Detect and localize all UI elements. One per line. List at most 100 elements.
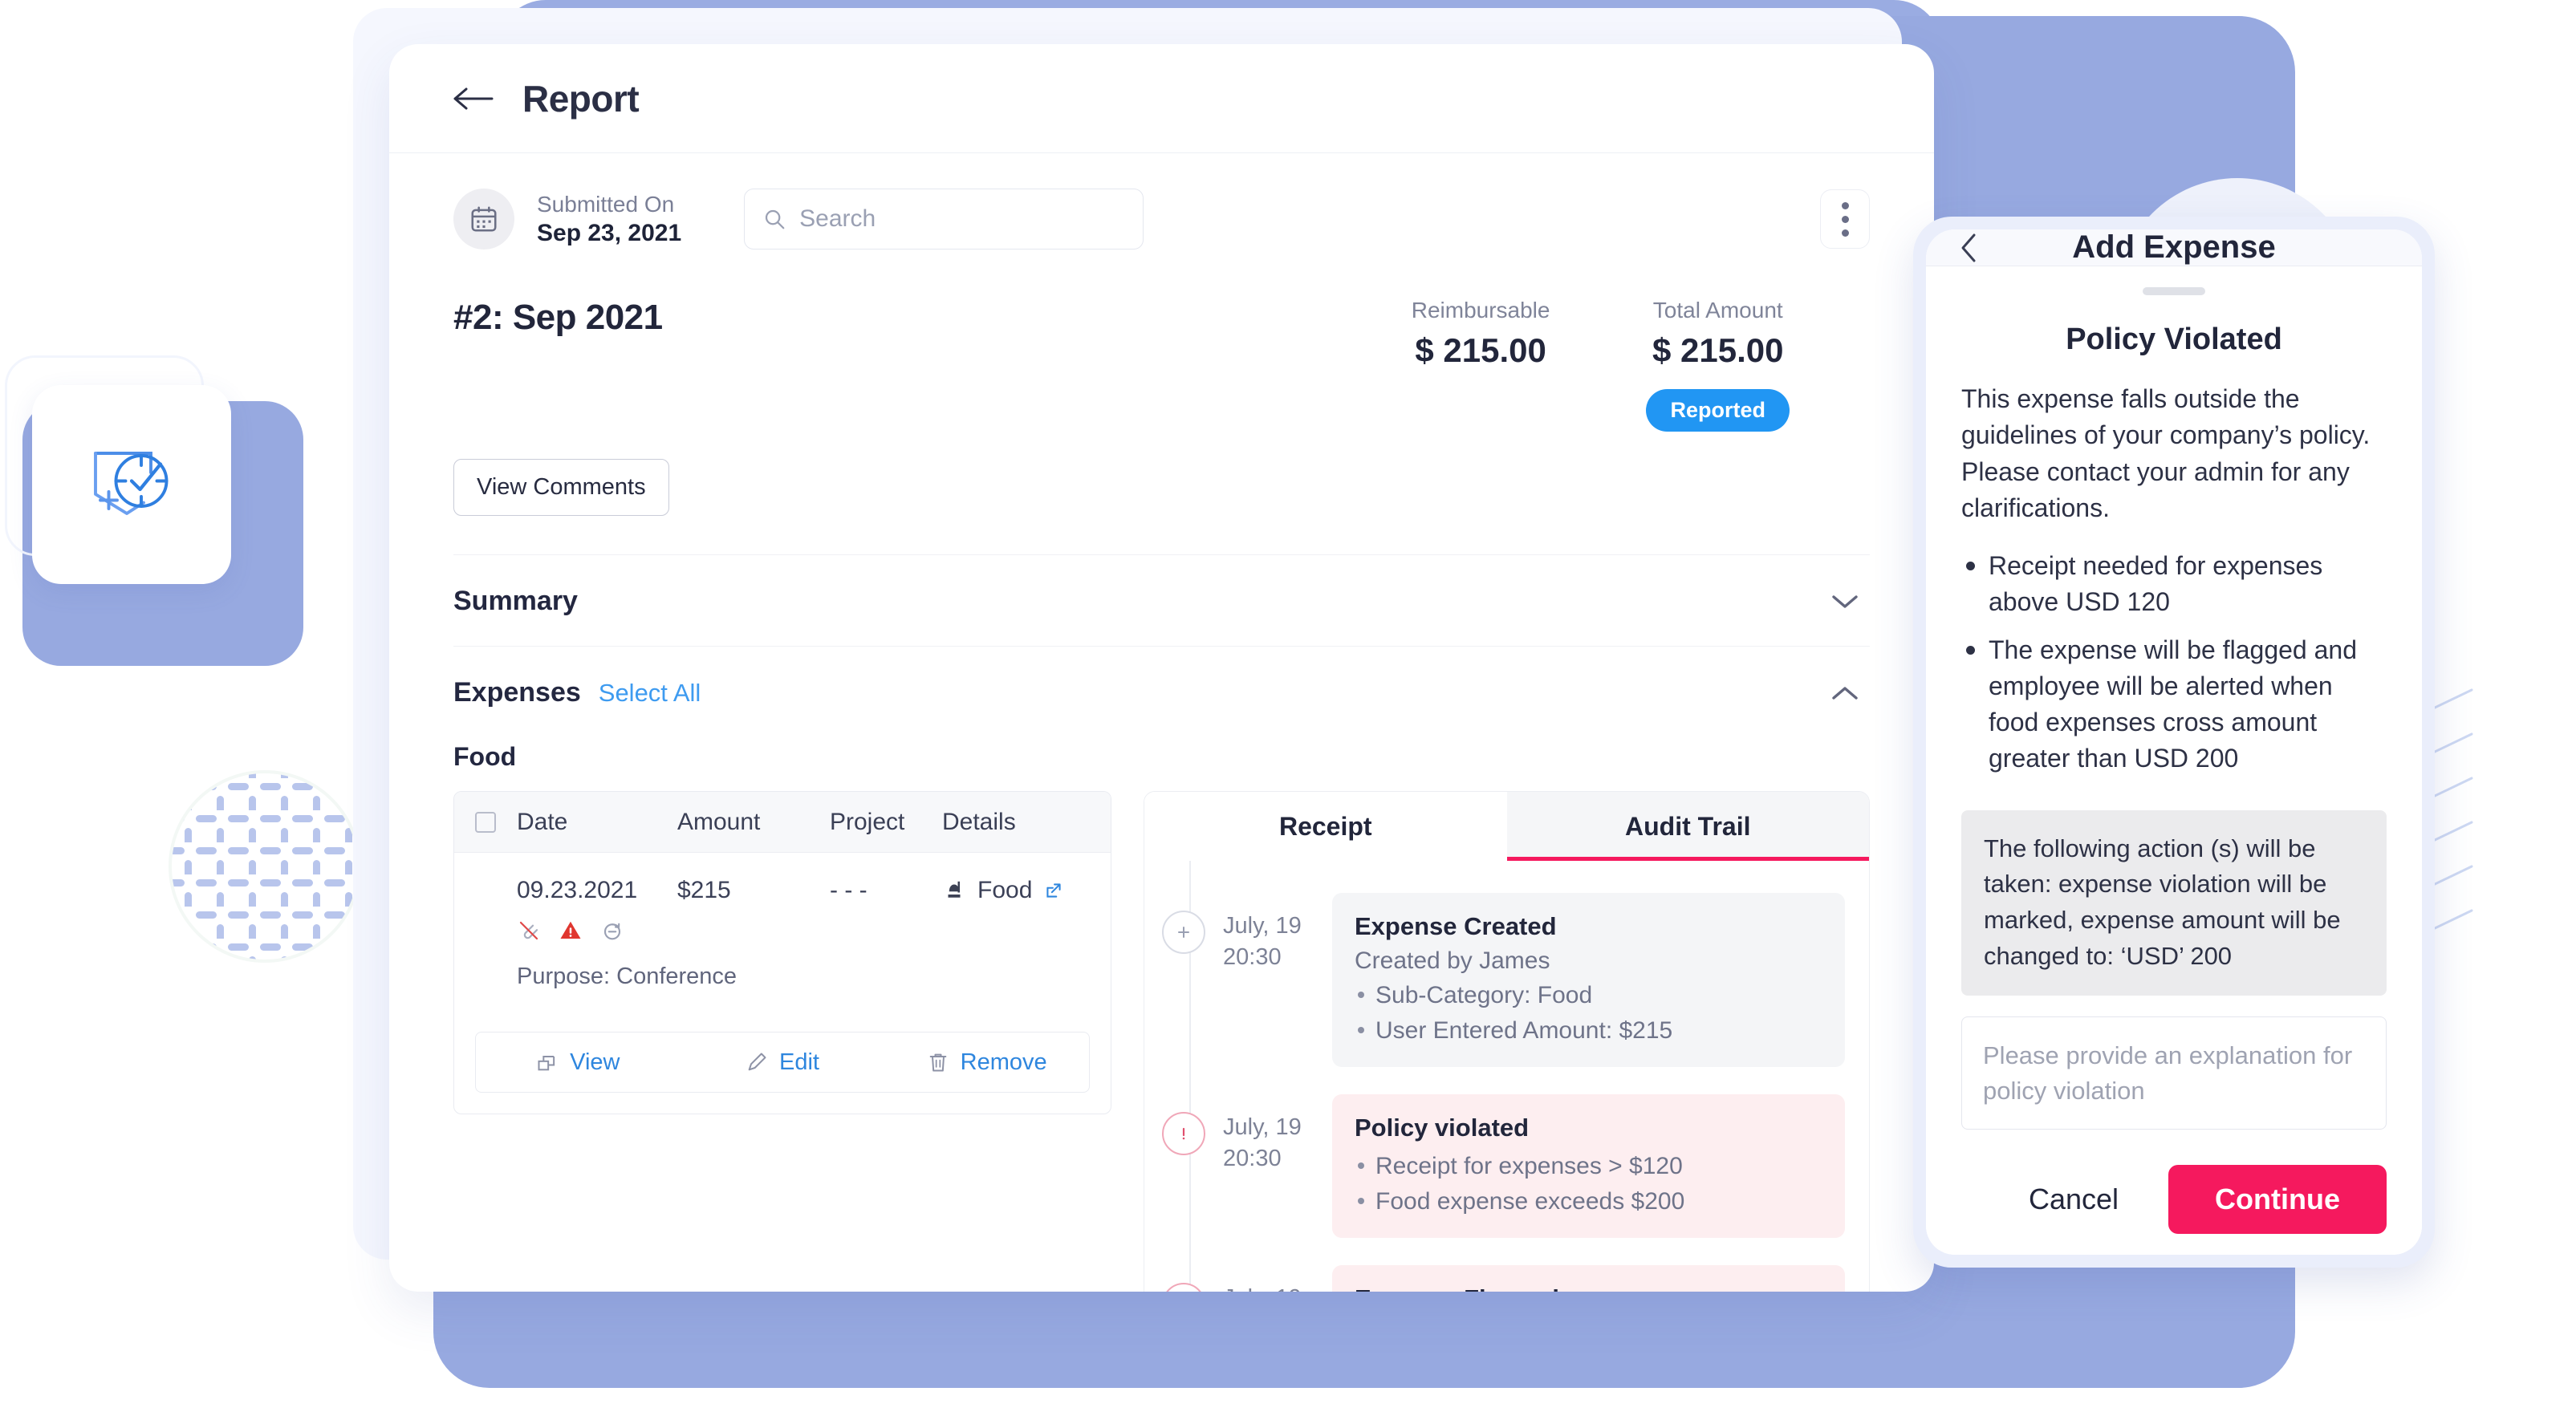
- view-button-label: View: [570, 1049, 620, 1075]
- mobile-device-frame: Add Expense Policy Violated This expense…: [1913, 217, 2435, 1268]
- column-header-project: Project: [830, 808, 905, 835]
- edit-button-label: Edit: [779, 1049, 819, 1075]
- window-topbar: Report: [389, 44, 1934, 153]
- chevron-left-icon[interactable]: [1960, 233, 1977, 263]
- select-all-link[interactable]: Select All: [599, 679, 701, 708]
- timeline-timestamp: July, 19 20:30: [1223, 1283, 1332, 1292]
- warning-triangle-icon: [560, 921, 581, 939]
- timeline-event: July, 19 20:30 Expense Flagged Flagged b…: [1144, 1265, 1869, 1292]
- list-item: Receipt for expenses > $120: [1355, 1149, 1822, 1184]
- receipt-audit-panel: Receipt Audit Trail July, 19 20:30 Expen…: [1144, 791, 1870, 1292]
- cell-project: - - -: [830, 877, 867, 903]
- timeline-time: 20:30: [1223, 944, 1282, 971]
- reimbursable-block: Reimbursable $ 215.00: [1412, 298, 1550, 432]
- chevron-down-icon[interactable]: [1831, 594, 1859, 610]
- chevron-up-icon[interactable]: [1831, 685, 1859, 701]
- external-link-icon[interactable]: [1043, 880, 1064, 901]
- dash-pattern-decor: [169, 770, 361, 963]
- expenses-body: Date Amount Project Details 09.23.2021 $…: [389, 791, 1934, 1292]
- trash-icon: [929, 1053, 946, 1072]
- submitted-on-block: Submitted On Sep 23, 2021: [537, 190, 681, 249]
- mobile-title: Add Expense: [2072, 229, 2276, 265]
- view-button[interactable]: View: [476, 1033, 681, 1092]
- table-row: 09.23.2021 $215 - - - Food Purpose: Conf…: [454, 853, 1111, 1011]
- audit-timeline: July, 19 20:30 Expense Created Created b…: [1144, 861, 1869, 1292]
- view-icon: [538, 1056, 555, 1071]
- reimbursable-value: $ 215.00: [1415, 331, 1546, 369]
- explanation-input[interactable]: Please provide an explanation for policy…: [1961, 1016, 2387, 1130]
- continue-button[interactable]: Continue: [2168, 1165, 2387, 1235]
- policy-violated-heading: Policy Violated: [2066, 323, 2282, 356]
- flag-circle-icon: [1162, 1283, 1205, 1292]
- total-amount-block: Total Amount $ 215.00 Reported: [1646, 298, 1790, 432]
- arrow-left-icon[interactable]: [453, 87, 495, 111]
- timeline-bullets: Sub-Category: Food User Entered Amount: …: [1355, 978, 1822, 1048]
- select-row-checkbox[interactable]: [475, 811, 496, 833]
- calendar-icon: [453, 189, 514, 250]
- no-attachment-icon: [519, 921, 538, 940]
- exclamation-circle-icon: [1162, 1112, 1205, 1155]
- column-header-date: Date: [517, 808, 568, 835]
- timeline-title: Policy violated: [1355, 1114, 1530, 1142]
- expense-table-header: Date Amount Project Details: [454, 792, 1111, 853]
- timeline-event: July, 19 20:30 Expense Created Created b…: [1144, 893, 1869, 1094]
- policy-violation-sheet: Policy Violated This expense falls outsi…: [1926, 266, 2422, 1255]
- policy-description: This expense falls outside the guideline…: [1961, 384, 2371, 523]
- timeline-card: Expense Flagged Flagged by approver: The…: [1332, 1265, 1845, 1292]
- pencil-icon: [748, 1053, 766, 1071]
- timeline-timestamp: July, 19 20:30: [1223, 911, 1332, 973]
- edit-button[interactable]: Edit: [681, 1033, 885, 1092]
- tab-audit-trail[interactable]: Audit Trail: [1506, 792, 1870, 861]
- remove-button[interactable]: Remove: [884, 1033, 1089, 1092]
- timeline-card: Expense Created Created by James Sub-Cat…: [1332, 893, 1845, 1067]
- cell-details-label: Food: [977, 877, 1033, 903]
- reimbursable-label: Reimbursable: [1411, 298, 1550, 323]
- list-item: Receipt needed for expenses above USD 12…: [1961, 548, 2387, 620]
- food-icon: [948, 881, 961, 898]
- timeline-time: 20:30: [1223, 1146, 1282, 1172]
- mobile-topbar: Add Expense: [1926, 229, 2422, 266]
- plus-circle-icon: [1162, 911, 1205, 954]
- shield-clock-check-icon: [32, 385, 231, 584]
- submitted-on-date: Sep 23, 2021: [537, 219, 682, 246]
- amount-group: Reimbursable $ 215.00 Total Amount $ 215…: [1412, 298, 1870, 432]
- timeline-date: July, 19: [1223, 1114, 1302, 1140]
- expense-table: Date Amount Project Details 09.23.2021 $…: [453, 791, 1111, 1114]
- expenses-section-header[interactable]: Expenses Select All: [453, 646, 1870, 737]
- page-title: Report: [522, 77, 640, 120]
- expenses-title: Expenses: [453, 677, 581, 708]
- search-placeholder: Search: [799, 205, 876, 232]
- timeline-timestamp: July, 19 20:30: [1223, 1112, 1332, 1175]
- timeline-date: July, 19: [1223, 1285, 1302, 1292]
- summary-section-header[interactable]: Summary: [453, 554, 1870, 646]
- kebab-menu-icon[interactable]: [1820, 189, 1870, 249]
- column-header-amount: Amount: [677, 808, 761, 835]
- total-amount-value: $ 215.00: [1652, 331, 1784, 369]
- sheet-grabber[interactable]: [2143, 287, 2205, 295]
- report-subbar: Submitted On Sep 23, 2021 Search: [389, 153, 1934, 250]
- category-title: Food: [453, 742, 517, 771]
- total-amount-label: Total Amount: [1652, 298, 1783, 323]
- cell-details: Food: [942, 877, 1090, 904]
- expense-flag-icons: [517, 919, 1090, 943]
- sheet-actions: Cancel Continue: [1961, 1130, 2387, 1255]
- cell-date: 09.23.2021: [517, 877, 638, 903]
- timeline-event: July, 19 20:30 Policy violated Receipt f…: [1144, 1094, 1869, 1265]
- list-item: User Entered Amount: $215: [1355, 1013, 1822, 1049]
- policy-bullets: Receipt needed for expenses above USD 12…: [1961, 548, 2387, 789]
- submitted-on-label: Submitted On: [537, 191, 675, 217]
- search-input[interactable]: Search: [744, 189, 1144, 250]
- four-point-sparkle-icon: [2476, 357, 2564, 445]
- remove-button-label: Remove: [960, 1049, 1047, 1075]
- timeline-card: Policy violated Receipt for expenses > $…: [1332, 1094, 1845, 1238]
- timeline-title: Expense Created: [1355, 912, 1557, 940]
- expense-action-bar: View Edit Remove: [475, 1032, 1090, 1093]
- list-item: Sub-Category: Food: [1355, 978, 1822, 1013]
- cell-amount: $215: [677, 877, 731, 903]
- view-comments-button[interactable]: View Comments: [453, 459, 669, 516]
- tab-receipt[interactable]: Receipt: [1144, 792, 1507, 861]
- cancel-button[interactable]: Cancel: [2014, 1175, 2133, 1224]
- policy-action-note: The following action (s) will be taken: …: [1961, 809, 2387, 996]
- list-item: The expense will be flagged and employee…: [1961, 632, 2387, 776]
- status-badge: Reported: [1646, 389, 1790, 432]
